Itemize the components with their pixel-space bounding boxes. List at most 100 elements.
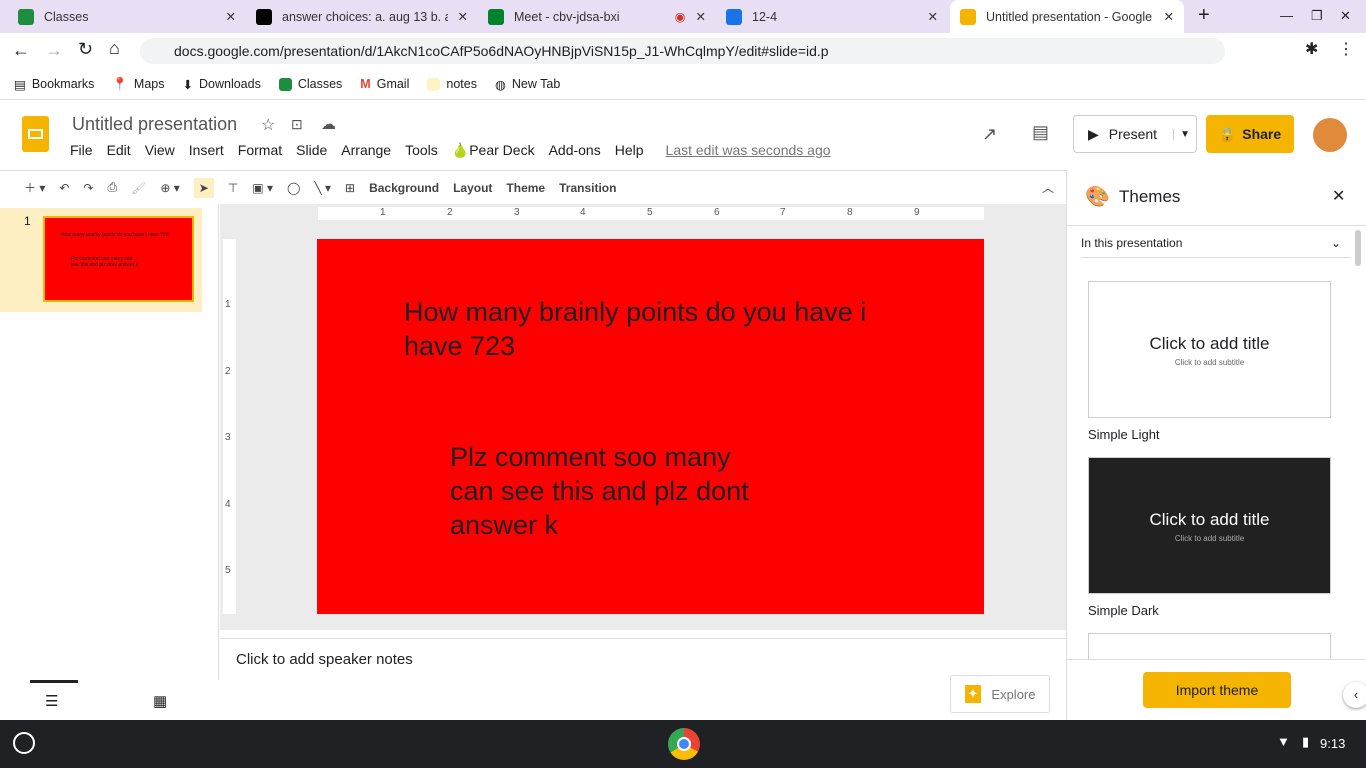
transition-button[interactable]: Transition [559, 181, 616, 195]
wifi-icon[interactable]: ▼ [1277, 734, 1290, 749]
new-slide-button[interactable]: ＋ ▾ [24, 179, 45, 196]
theme-preview-partial[interactable] [1088, 633, 1331, 659]
last-edit-link[interactable]: Last edit was seconds ago [666, 142, 831, 159]
close-icon[interactable]: ✕ [226, 9, 236, 24]
browser-tab[interactable]: answer choices: a. aug 13 b. au ✕ [246, 0, 478, 33]
browser-tab[interactable]: 12-4 ✕ [716, 0, 948, 33]
explore-button[interactable]: ✦ Explore [950, 675, 1050, 713]
select-icon[interactable]: ➤ [193, 177, 214, 198]
menu-arrange[interactable]: Arrange [341, 142, 391, 159]
menu-format[interactable]: Format [238, 142, 282, 159]
print-icon[interactable]: ⎙ [107, 180, 117, 195]
menu-help[interactable]: Help [615, 142, 644, 159]
bookmark-item[interactable]: ◍ New Tab [495, 77, 560, 92]
menu-add-ons[interactable]: Add-ons [549, 142, 601, 159]
theme-filter-dropdown[interactable]: In this presentation ⌄ [1081, 228, 1351, 258]
chevron-down-icon: ⌄ [1330, 235, 1341, 250]
slide-thumbnail[interactable]: How many brainly points do you have i ha… [43, 216, 194, 302]
theme-simple-dark[interactable]: Click to add title Click to add subtitle [1088, 457, 1331, 594]
slide-title-textbox[interactable]: How many brainly points do you have i ha… [404, 295, 894, 363]
slide-body-textbox[interactable]: Plz comment soo many can see this and pl… [450, 440, 770, 542]
menu-view[interactable]: View [145, 142, 175, 159]
battery-icon[interactable]: ▮ [1302, 734, 1309, 750]
side-panel-toggle[interactable]: ‹ [1343, 682, 1366, 708]
pear-icon: 🍐 [451, 142, 470, 158]
theme-label: Simple Light [1088, 427, 1160, 442]
menu-edit[interactable]: Edit [107, 142, 131, 159]
slides-logo[interactable] [22, 116, 49, 152]
comments-icon[interactable]: ▤ [1032, 122, 1049, 143]
menu-bar: File Edit View Insert Format Slide Arran… [70, 142, 845, 159]
close-window-button[interactable]: ✕ [1340, 8, 1351, 24]
document-title[interactable]: Untitled presentation [72, 114, 237, 135]
filmstrip-view-icon[interactable]: ☰ [45, 692, 58, 710]
bookmark-item[interactable]: notes [427, 77, 477, 91]
theme-simple-light[interactable]: Click to add title Click to add subtitle [1088, 281, 1331, 418]
themes-panel: 🎨 Themes ✕ In this presentation ⌄ Click t… [1066, 170, 1366, 720]
text-box-icon[interactable]: ⊤ [228, 181, 238, 195]
filmstrip: 1 How many brainly points do you have i … [0, 204, 219, 710]
line-icon[interactable]: ╲ ▾ [314, 181, 331, 195]
paint-format-icon[interactable]: 🖌 [131, 181, 146, 195]
background-button[interactable]: Background [369, 181, 439, 195]
slide[interactable]: How many brainly points do you have i ha… [317, 239, 984, 614]
recording-icon: ◉ [674, 10, 686, 24]
browser-tab-active[interactable]: Untitled presentation - Google S ✕ [950, 0, 1184, 33]
bookmark-item[interactable]: M Gmail [360, 77, 409, 91]
home-icon[interactable]: ⌂ [109, 38, 120, 59]
bookmark-item[interactable]: Classes [278, 77, 342, 91]
scrollbar[interactable] [1355, 230, 1361, 266]
star-icon[interactable]: ☆ [261, 115, 275, 135]
share-button[interactable]: 🔒 Share [1206, 115, 1294, 153]
bookmark-item[interactable]: ⬇ Downloads [183, 77, 261, 92]
chrome-icon[interactable] [668, 728, 700, 760]
activity-icon[interactable]: ↗ [982, 124, 997, 145]
menu-pear-deck[interactable]: 🍐Pear Deck [452, 142, 535, 159]
lock-icon: 🔒 [1218, 125, 1237, 142]
close-icon[interactable]: ✕ [458, 9, 468, 24]
extensions-icon[interactable]: ✱ [1305, 39, 1318, 59]
speaker-notes[interactable]: Click to add speaker notes ✦ Explore [220, 638, 1066, 718]
menu-slide[interactable]: Slide [296, 142, 327, 159]
present-button[interactable]: ▶ Present ▼ [1073, 115, 1197, 153]
layout-button[interactable]: Layout [453, 181, 492, 195]
image-icon[interactable]: ▣ ▾ [252, 181, 273, 195]
slide-number: 1 [24, 214, 31, 228]
close-panel-icon[interactable]: ✕ [1332, 186, 1345, 206]
comment-add-icon[interactable]: ⊞ [345, 181, 355, 195]
close-icon[interactable]: ✕ [1164, 9, 1174, 24]
browser-tab[interactable]: Meet - cbv-jdsa-bxi ◉ ✕ [478, 0, 716, 33]
menu-tools[interactable]: Tools [405, 142, 438, 159]
reload-icon[interactable]: ↻ [78, 39, 93, 60]
import-theme-button[interactable]: Import theme [1143, 672, 1291, 708]
url-input[interactable]: docs.google.com/presentation/d/1AkcN1coC… [140, 38, 1225, 64]
redo-icon[interactable]: ↷ [83, 181, 93, 195]
back-icon[interactable]: ← [12, 40, 30, 61]
taskbar: ▼ ▮ 9:13 [0, 720, 1366, 768]
undo-icon[interactable]: ↶ [59, 181, 69, 195]
toolbar: ＋ ▾ ↶ ↷ ⎙ 🖌 ⊕ ▾ ➤ ⊤ ▣ ▾ ◯ ╲ ▾ ⊞ Backgrou… [0, 170, 1066, 204]
browser-tab[interactable]: Classes ✕ [8, 0, 246, 33]
launcher-icon[interactable] [13, 732, 35, 754]
collapse-toolbar-icon[interactable]: ︿ [1042, 179, 1054, 196]
menu-file[interactable]: File [70, 142, 93, 159]
theme-button[interactable]: Theme [506, 181, 545, 195]
menu-icon[interactable]: ⋮ [1338, 39, 1354, 59]
minimize-button[interactable]: — [1280, 8, 1293, 23]
zoom-icon[interactable]: ⊕ ▾ [160, 181, 179, 195]
grid-view-icon[interactable]: ▦ [153, 692, 167, 710]
bookmark-item[interactable]: ▤ Bookmarks [14, 77, 94, 92]
clock[interactable]: 9:13 [1320, 736, 1345, 751]
menu-insert[interactable]: Insert [189, 142, 224, 159]
close-icon[interactable]: ✕ [696, 9, 706, 24]
present-dropdown[interactable]: ▼ [1173, 128, 1190, 140]
contacts-icon [726, 8, 742, 25]
close-icon[interactable]: ✕ [928, 9, 938, 24]
new-tab-button[interactable]: + [1198, 4, 1210, 27]
forward-icon[interactable]: → [45, 40, 63, 61]
maximize-button[interactable]: ❐ [1311, 8, 1323, 24]
move-folder-icon[interactable]: ⊡ [291, 116, 303, 133]
avatar[interactable] [1313, 118, 1347, 152]
shape-icon[interactable]: ◯ [287, 181, 300, 195]
bookmark-item[interactable]: 📍 Maps [112, 77, 164, 92]
